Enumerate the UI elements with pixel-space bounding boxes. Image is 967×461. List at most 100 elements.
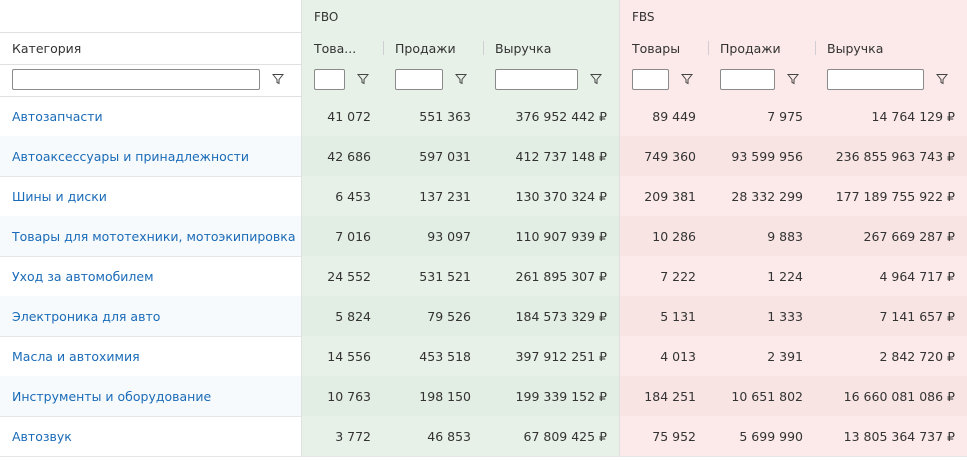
data-grid: FBO FBS Категория Това... Продажи Выручк… [0,0,967,461]
filter-input-fbo-sales[interactable] [395,69,443,90]
filter-input-fbs-revenue[interactable] [827,69,924,90]
fbs-revenue-cell: 2 842 720 ₽ [815,336,967,376]
funnel-icon[interactable] [357,73,369,85]
funnel-icon[interactable] [272,73,284,85]
funnel-icon[interactable] [936,73,948,85]
table-row[interactable]: Автоаксессуары и принадлежности 42 686 5… [0,136,967,177]
fbo-revenue-cell: 67 809 425 ₽ [483,416,619,456]
category-link[interactable]: Товары для мототехники, мотоэкипировка [0,216,301,256]
fbs-revenue-cell: 7 141 657 ₽ [815,296,967,336]
group-header-blank [0,0,301,32]
fbs-sales-cell: 28 332 299 [708,176,815,216]
filter-cell-fbs-revenue [815,64,967,96]
fbo-revenue-cell: 376 952 442 ₽ [483,96,619,136]
category-link[interactable]: Шины и диски [0,176,301,216]
fbs-goods-cell: 184 251 [619,376,708,416]
category-link[interactable]: Электроника для авто [0,296,301,336]
column-header-fbs-sales[interactable]: Продажи [708,32,815,64]
table-row[interactable]: Инструменты и оборудование 10 763 198 15… [0,376,967,417]
fbs-revenue-cell: 4 964 717 ₽ [815,256,967,296]
fbo-goods-cell: 5 824 [301,296,383,336]
funnel-icon[interactable] [455,73,467,85]
fbo-revenue-cell: 130 370 324 ₽ [483,176,619,216]
fbs-revenue-cell: 236 855 963 743 ₽ [815,136,967,176]
filter-input-fbs-goods[interactable] [632,69,669,90]
filter-cell-fbo-sales [383,64,483,96]
group-header-row: FBO FBS [0,0,967,33]
fbo-sales-cell: 137 231 [383,176,483,216]
fbo-goods-cell: 14 556 [301,336,383,376]
fbs-goods-cell: 10 286 [619,216,708,256]
fbo-revenue-cell: 412 737 148 ₽ [483,136,619,176]
fbo-revenue-cell: 397 912 251 ₽ [483,336,619,376]
fbo-revenue-cell: 110 907 939 ₽ [483,216,619,256]
column-header-fbo-goods[interactable]: Това... [301,32,383,64]
column-header-category[interactable]: Категория [0,32,301,64]
filter-row [0,64,967,97]
group-header-fbo: FBO [301,0,619,32]
filter-input-category[interactable] [12,69,260,90]
fbo-goods-cell: 10 763 [301,376,383,416]
fbo-revenue-cell: 261 895 307 ₽ [483,256,619,296]
fbs-revenue-cell: 13 805 364 737 ₽ [815,416,967,456]
column-header-fbo-sales[interactable]: Продажи [383,32,483,64]
fbo-goods-cell: 41 072 [301,96,383,136]
fbs-revenue-cell: 267 669 287 ₽ [815,216,967,256]
column-header-fbs-goods[interactable]: Товары [619,32,708,64]
group-header-fbs: FBS [619,0,967,32]
category-link[interactable]: Инструменты и оборудование [0,376,301,416]
fbs-goods-cell: 89 449 [619,96,708,136]
column-header-fbo-revenue[interactable]: Выручка [483,32,619,64]
filter-cell-fbo-revenue [483,64,619,96]
column-header-fbs-revenue[interactable]: Выручка [815,32,967,64]
fbs-goods-cell: 5 131 [619,296,708,336]
fbo-sales-cell: 46 853 [383,416,483,456]
fbo-goods-cell: 6 453 [301,176,383,216]
table-row[interactable]: Электроника для авто 5 824 79 526 184 57… [0,296,967,337]
fbs-sales-cell: 10 651 802 [708,376,815,416]
fbo-sales-cell: 597 031 [383,136,483,176]
funnel-icon[interactable] [787,73,799,85]
fbo-sales-cell: 551 363 [383,96,483,136]
filter-cell-fbo-goods [301,64,383,96]
filter-cell-fbs-sales [708,64,815,96]
table-row[interactable]: Товары для мототехники, мотоэкипировка 7… [0,216,967,257]
fbo-sales-cell: 79 526 [383,296,483,336]
fbs-goods-cell: 75 952 [619,416,708,456]
fbo-goods-cell: 7 016 [301,216,383,256]
fbo-sales-cell: 453 518 [383,336,483,376]
fbo-goods-cell: 42 686 [301,136,383,176]
filter-cell-fbs-goods [619,64,708,96]
category-link[interactable]: Уход за автомобилем [0,256,301,296]
fbo-sales-cell: 531 521 [383,256,483,296]
filter-cell-category [0,64,301,96]
filter-input-fbo-goods[interactable] [314,69,345,90]
category-link[interactable]: Автозвук [0,416,301,456]
fbs-sales-cell: 1 333 [708,296,815,336]
fbs-sales-cell: 5 699 990 [708,416,815,456]
table-row[interactable]: Уход за автомобилем 24 552 531 521 261 8… [0,256,967,297]
filter-input-fbo-revenue[interactable] [495,69,578,90]
fbs-revenue-cell: 177 189 755 922 ₽ [815,176,967,216]
table-row[interactable]: Автозапчасти 41 072 551 363 376 952 442 … [0,96,967,137]
fbs-sales-cell: 2 391 [708,336,815,376]
fbs-sales-cell: 9 883 [708,216,815,256]
table-row[interactable]: Автозвук 3 772 46 853 67 809 425 ₽ 75 95… [0,416,967,457]
category-link[interactable]: Автоаксессуары и принадлежности [0,136,301,176]
fbo-goods-cell: 3 772 [301,416,383,456]
fbs-sales-cell: 7 975 [708,96,815,136]
filter-input-fbs-sales[interactable] [720,69,775,90]
funnel-icon[interactable] [590,73,602,85]
fbs-revenue-cell: 14 764 129 ₽ [815,96,967,136]
category-link[interactable]: Масла и автохимия [0,336,301,376]
fbs-goods-cell: 749 360 [619,136,708,176]
fbs-revenue-cell: 16 660 081 086 ₽ [815,376,967,416]
table-row[interactable]: Масла и автохимия 14 556 453 518 397 912… [0,336,967,377]
table-row[interactable]: Шины и диски 6 453 137 231 130 370 324 ₽… [0,176,967,217]
funnel-icon[interactable] [681,73,693,85]
fbs-goods-cell: 209 381 [619,176,708,216]
category-link[interactable]: Автозапчасти [0,96,301,136]
fbs-sales-cell: 93 599 956 [708,136,815,176]
fbo-sales-cell: 198 150 [383,376,483,416]
fbo-sales-cell: 93 097 [383,216,483,256]
